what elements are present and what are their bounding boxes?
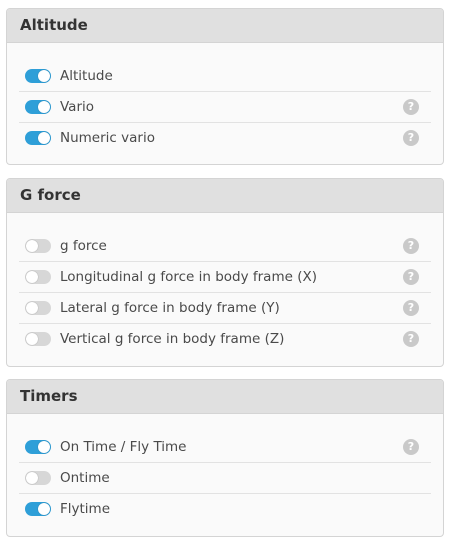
toggle-knob [26, 302, 38, 314]
altitude-label: Altitude [60, 68, 113, 84]
numeric-vario-help-icon[interactable]: ? [403, 130, 419, 146]
vario-help-icon[interactable]: ? [403, 99, 419, 115]
lateral-g-force-label: Lateral g force in body frame (Y) [60, 300, 280, 316]
longitudinal-g-force-label: Longitudinal g force in body frame (X) [60, 269, 317, 285]
flytime-label: Flytime [60, 501, 111, 517]
g-force-toggle[interactable] [25, 239, 51, 253]
altitude-panel-title: Altitude [7, 9, 443, 43]
toggle-knob [26, 271, 38, 283]
setting-row-ontime: Ontime [19, 463, 431, 494]
numeric-vario-toggle[interactable] [25, 131, 51, 145]
setting-row-vario: Vario ? [19, 92, 431, 123]
setting-row-lateral-g-force: Lateral g force in body frame (Y) ? [19, 293, 431, 324]
altitude-toggle[interactable] [25, 69, 51, 83]
toggle-knob [38, 70, 50, 82]
ontime-toggle[interactable] [25, 471, 51, 485]
flytime-toggle[interactable] [25, 502, 51, 516]
setting-row-vertical-g-force: Vertical g force in body frame (Z) ? [19, 324, 431, 355]
setting-row-longitudinal-g-force: Longitudinal g force in body frame (X) ? [19, 262, 431, 293]
toggle-knob [26, 333, 38, 345]
lateral-g-force-help-icon[interactable]: ? [403, 300, 419, 316]
setting-row-flytime: Flytime [19, 494, 431, 525]
timers-panel-body: On Time / Fly Time ? Ontime Flytime [7, 414, 443, 525]
lateral-g-force-toggle[interactable] [25, 301, 51, 315]
vertical-g-force-help-icon[interactable]: ? [403, 331, 419, 347]
g-force-help-icon[interactable]: ? [403, 238, 419, 254]
longitudinal-g-force-help-icon[interactable]: ? [403, 269, 419, 285]
g-force-panel-body: g force ? Longitudinal g force in body f… [7, 213, 443, 355]
g-force-panel-title: G force [7, 179, 443, 213]
vario-toggle[interactable] [25, 100, 51, 114]
setting-row-g-force: g force ? [19, 231, 431, 262]
g-force-panel: G force g force ? Longitudinal g force i… [6, 178, 444, 367]
toggle-knob [26, 472, 38, 484]
numeric-vario-label: Numeric vario [60, 130, 155, 146]
timers-panel: Timers On Time / Fly Time ? Ontime Flyti… [6, 379, 444, 537]
vario-label: Vario [60, 99, 95, 115]
toggle-knob [38, 101, 50, 113]
toggle-knob [38, 441, 50, 453]
g-force-label: g force [60, 238, 107, 254]
setting-row-altitude: Altitude [19, 61, 431, 92]
setting-row-numeric-vario: Numeric vario ? [19, 123, 431, 154]
toggle-knob [38, 503, 50, 515]
longitudinal-g-force-toggle[interactable] [25, 270, 51, 284]
on-time-fly-time-help-icon[interactable]: ? [403, 439, 419, 455]
toggle-knob [26, 240, 38, 252]
toggle-knob [38, 132, 50, 144]
setting-row-on-time-fly-time: On Time / Fly Time ? [19, 432, 431, 463]
on-time-fly-time-label: On Time / Fly Time [60, 439, 187, 455]
ontime-label: Ontime [60, 470, 110, 486]
altitude-panel-body: Altitude Vario ? Numeric vario ? [7, 43, 443, 154]
on-time-fly-time-toggle[interactable] [25, 440, 51, 454]
vertical-g-force-label: Vertical g force in body frame (Z) [60, 331, 285, 347]
timers-panel-title: Timers [7, 380, 443, 414]
vertical-g-force-toggle[interactable] [25, 332, 51, 346]
altitude-panel: Altitude Altitude Vario ? Numeric vario … [6, 8, 444, 165]
